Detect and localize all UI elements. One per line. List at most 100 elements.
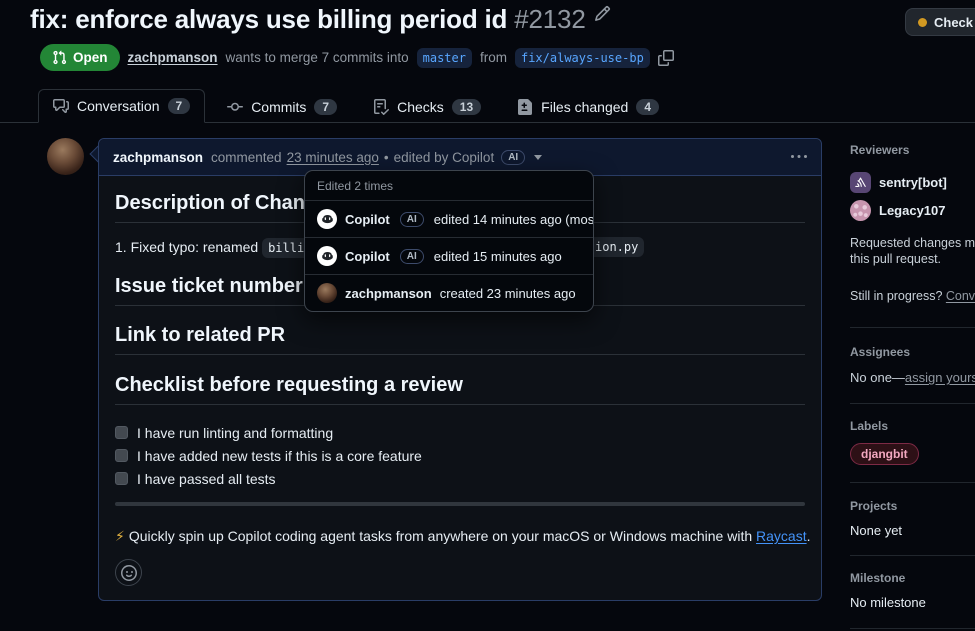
comment-discussion-icon bbox=[53, 98, 69, 114]
sidebar-divider bbox=[850, 555, 975, 556]
tab-commits-count: 7 bbox=[314, 99, 337, 115]
checkbox-new-tests[interactable] bbox=[115, 449, 128, 462]
tab-checks-label: Checks bbox=[397, 99, 444, 115]
checks-status-button[interactable]: Check bbox=[905, 8, 975, 36]
pr-number: #2132 bbox=[514, 4, 585, 34]
reviewer-legacy107[interactable]: Legacy107 bbox=[850, 200, 975, 221]
pr-meta-row: Open zachpmanson wants to merge 7 commit… bbox=[40, 44, 674, 71]
copilot-avatar bbox=[317, 209, 337, 229]
assignees-empty: No one—assign yourself bbox=[850, 370, 975, 386]
heading-checklist: Checklist before requesting a review bbox=[115, 374, 805, 405]
checklist-icon bbox=[373, 99, 389, 115]
lightning-icon: ⚡ bbox=[115, 528, 125, 544]
reviewer-sentry[interactable]: sentry[bot] bbox=[850, 172, 975, 193]
tab-commits[interactable]: Commits 7 bbox=[213, 91, 351, 123]
edit-history-title: Edited 2 times bbox=[305, 171, 593, 200]
reviewer-name: sentry[bot] bbox=[879, 175, 947, 190]
comment-divider bbox=[115, 502, 805, 506]
sidebar-divider bbox=[850, 327, 975, 328]
change-list-text: 1. Fixed typo: renamed bbox=[115, 239, 262, 255]
checklist-item: I have run linting and formatting bbox=[115, 421, 805, 444]
comment-separator: • bbox=[384, 150, 389, 165]
edit-history-name: zachpmanson bbox=[345, 286, 432, 301]
tab-files-changed[interactable]: Files changed 4 bbox=[503, 91, 673, 123]
pr-status-label: Open bbox=[73, 50, 108, 65]
review-note-line1: Requested changes mus bbox=[850, 236, 975, 250]
edit-history-text: edited 15 minutes ago bbox=[434, 249, 562, 264]
edit-history-name: Copilot bbox=[345, 212, 390, 227]
assignees-heading: Assignees bbox=[850, 345, 975, 359]
comment-edited-by: edited by Copilot bbox=[394, 150, 495, 165]
from-text: from bbox=[480, 50, 507, 65]
label-djangbit[interactable]: djangbit bbox=[850, 443, 919, 465]
tab-conversation-label: Conversation bbox=[77, 98, 160, 114]
base-branch-label[interactable]: master bbox=[417, 48, 472, 68]
add-reaction-button[interactable] bbox=[115, 559, 142, 586]
copy-branch-icon[interactable] bbox=[658, 50, 674, 66]
comment-timestamp-link[interactable]: 23 minutes ago bbox=[287, 150, 379, 165]
assignees-empty-text: No one— bbox=[850, 370, 905, 385]
pr-tabbar: Conversation 7 Commits 7 Checks 13 Files… bbox=[0, 88, 975, 123]
edit-history-name: Copilot bbox=[345, 249, 390, 264]
comment-author[interactable]: zachpmanson bbox=[113, 150, 203, 165]
tab-checks[interactable]: Checks 13 bbox=[359, 91, 495, 123]
tab-checks-count: 13 bbox=[452, 99, 481, 115]
checklist-label: I have added new tests if this is a core… bbox=[137, 448, 422, 464]
git-pull-request-icon bbox=[52, 50, 67, 65]
edit-history-text: created 23 minutes ago bbox=[440, 286, 576, 301]
labels-heading: Labels bbox=[850, 419, 975, 433]
tab-conversation[interactable]: Conversation 7 bbox=[38, 89, 205, 123]
edit-history-row-3[interactable]: zachpmanson created 23 minutes ago bbox=[305, 274, 593, 311]
promo-line: ⚡Quickly spin up Copilot coding agent ta… bbox=[115, 528, 805, 545]
merge-text: wants to merge 7 commits into bbox=[226, 50, 409, 65]
avatar-zachpmanson[interactable] bbox=[47, 138, 84, 175]
edit-history-row-1[interactable]: Copilot AI edited 14 minutes ago (most r… bbox=[305, 200, 593, 237]
convert-to-draft-link[interactable]: Conver bbox=[946, 289, 975, 303]
progress-note: Still in progress? Conver bbox=[850, 288, 975, 304]
comment-action: commented bbox=[211, 150, 282, 165]
projects-empty: None yet bbox=[850, 523, 975, 538]
review-note: Requested changes mus this pull request. bbox=[850, 235, 975, 267]
milestone-empty: No milestone bbox=[850, 595, 975, 610]
raycast-link[interactable]: Raycast bbox=[756, 528, 807, 544]
assign-yourself-link[interactable]: assign yourself bbox=[905, 370, 975, 385]
pr-sidebar: Reviewers sentry[bot] Legacy107 Requeste… bbox=[850, 138, 975, 631]
checkbox-passed-tests[interactable] bbox=[115, 472, 128, 485]
kebab-menu-icon[interactable] bbox=[791, 149, 807, 165]
smiley-icon bbox=[121, 565, 137, 581]
tab-files-changed-label: Files changed bbox=[541, 99, 628, 115]
reviewer-name: Legacy107 bbox=[879, 203, 946, 218]
edit-history-text: edited 14 minutes ago (most recent) bbox=[434, 212, 594, 227]
edit-title-icon[interactable] bbox=[594, 5, 611, 22]
sidebar-divider bbox=[850, 482, 975, 483]
projects-heading: Projects bbox=[850, 499, 975, 513]
promo-text: Quickly spin up Copilot coding agent tas… bbox=[129, 528, 756, 544]
ai-badge: AI bbox=[400, 212, 424, 227]
git-commit-icon bbox=[227, 99, 243, 115]
pending-dot-icon bbox=[918, 18, 927, 27]
pr-title-text: fix: enforce always use billing period i… bbox=[30, 4, 507, 34]
edit-history-row-2[interactable]: Copilot AI edited 15 minutes ago bbox=[305, 237, 593, 274]
pr-author-link[interactable]: zachpmanson bbox=[128, 50, 218, 65]
ai-badge: AI bbox=[400, 249, 424, 264]
copilot-avatar bbox=[317, 246, 337, 266]
checklist-item: I have added new tests if this is a core… bbox=[115, 444, 805, 467]
file-diff-icon bbox=[517, 99, 533, 115]
edit-history-caret-icon[interactable] bbox=[534, 155, 542, 160]
head-branch-label[interactable]: fix/always-use-bp bbox=[515, 48, 650, 68]
tab-conversation-count: 7 bbox=[168, 98, 191, 114]
edit-history-dropdown: Edited 2 times Copilot AI edited 14 minu… bbox=[304, 170, 594, 312]
checks-status-label: Check bbox=[934, 15, 973, 30]
tab-files-changed-count: 4 bbox=[636, 99, 659, 115]
sidebar-divider bbox=[850, 628, 975, 629]
heading-link-pr: Link to related PR bbox=[115, 324, 805, 355]
checklist: I have run linting and formatting I have… bbox=[115, 421, 805, 490]
checklist-label: I have passed all tests bbox=[137, 471, 276, 487]
sidebar-divider bbox=[850, 403, 975, 404]
review-note-line2: this pull request. bbox=[850, 252, 941, 266]
checkbox-linting[interactable] bbox=[115, 426, 128, 439]
ai-badge: AI bbox=[501, 150, 525, 165]
promo-suffix: . bbox=[807, 528, 811, 544]
reviewers-heading: Reviewers bbox=[850, 143, 975, 157]
pr-title: fix: enforce always use billing period i… bbox=[30, 4, 611, 35]
